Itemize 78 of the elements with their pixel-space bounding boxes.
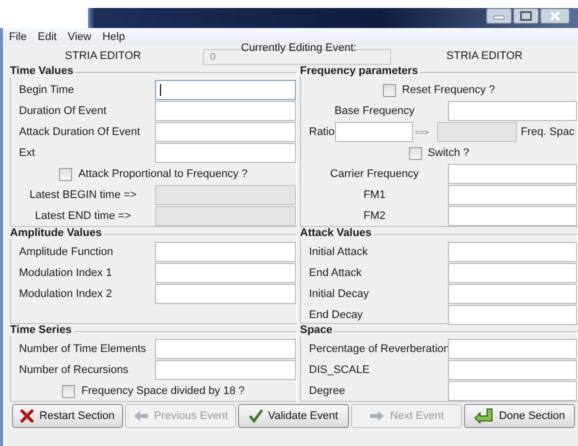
field-label: Ext bbox=[18, 146, 36, 161]
field-label: Amplitude Function bbox=[18, 245, 114, 260]
field-label: Initial Attack bbox=[308, 245, 369, 260]
arrow-text: ==> bbox=[414, 126, 430, 138]
field-label: Latest BEGIN time => bbox=[28, 188, 138, 203]
field-label: DIS_SCALE bbox=[308, 363, 371, 378]
field-label: Base Frequency bbox=[333, 104, 416, 119]
input-field[interactable] bbox=[155, 80, 296, 100]
editor-title: STRIA EDITOR bbox=[64, 50, 142, 64]
checkbox[interactable] bbox=[383, 84, 396, 96]
section-title: Time Values bbox=[10, 65, 76, 77]
field-label: Modulation Index 1 bbox=[18, 266, 113, 281]
field-label: Number of Recursions bbox=[18, 363, 130, 378]
input-field[interactable] bbox=[155, 339, 296, 359]
field-label: Initial Decay bbox=[308, 287, 370, 302]
input-field[interactable] bbox=[155, 122, 296, 142]
input-field[interactable] bbox=[334, 122, 413, 142]
checkbox[interactable] bbox=[59, 168, 72, 180]
close-icon[interactable] bbox=[540, 8, 570, 24]
field-label: Freq. Spac bbox=[520, 125, 574, 140]
field-label: Percentage of Reverberation bbox=[308, 342, 448, 357]
section-title: Attack Values bbox=[300, 227, 374, 239]
action-button[interactable]: Restart Section bbox=[12, 404, 123, 428]
field-label: Attack Duration Of Event bbox=[18, 125, 142, 140]
field-label: Modulation Index 2 bbox=[18, 287, 113, 302]
action-button[interactable]: Validate Event bbox=[238, 404, 349, 428]
section-title: Time Series bbox=[10, 324, 74, 336]
checkbox-label: Frequency Space divided by 18 ? bbox=[81, 385, 245, 397]
menu-item[interactable]: View bbox=[68, 30, 92, 42]
editor-title: STRIA EDITOR bbox=[445, 50, 524, 64]
field-label: Carrier Frequency bbox=[329, 167, 420, 182]
action-button[interactable]: Done Section bbox=[464, 404, 575, 428]
menu-item[interactable]: Help bbox=[102, 30, 125, 42]
field-label: Latest END time => bbox=[34, 209, 132, 224]
input-field[interactable] bbox=[155, 263, 296, 283]
text-cursor bbox=[160, 84, 161, 96]
left-arrow-icon bbox=[133, 410, 149, 422]
checkbox[interactable] bbox=[408, 146, 422, 160]
input-field[interactable] bbox=[448, 164, 577, 184]
section-title: Amplitude Values bbox=[10, 227, 104, 239]
input-field[interactable] bbox=[448, 284, 577, 304]
menu-item[interactable]: File bbox=[9, 30, 27, 42]
section-title: Space bbox=[300, 324, 334, 336]
input-field[interactable] bbox=[155, 101, 296, 121]
field-label: Duration Of Event bbox=[18, 104, 108, 119]
input-field[interactable] bbox=[448, 305, 577, 325]
field-label: FM2 bbox=[362, 209, 386, 224]
return-arrow-icon bbox=[474, 408, 494, 424]
checkbox[interactable] bbox=[62, 384, 76, 398]
input-field[interactable] bbox=[448, 360, 577, 380]
right-arrow-icon bbox=[369, 410, 386, 422]
field-label: Number of Time Elements bbox=[18, 342, 148, 357]
input-field[interactable] bbox=[155, 242, 296, 262]
input-field[interactable] bbox=[448, 101, 577, 121]
field-label: Begin Time bbox=[18, 83, 76, 98]
input-field[interactable] bbox=[448, 206, 577, 226]
field-label: Degree bbox=[308, 384, 346, 399]
checkbox-label: Switch ? bbox=[428, 147, 470, 159]
input-field[interactable] bbox=[448, 381, 577, 401]
checkbox-label: Reset Frequency ? bbox=[402, 84, 495, 96]
field-label: End Attack bbox=[308, 266, 363, 281]
input-field[interactable] bbox=[448, 242, 577, 262]
checkmark-icon bbox=[248, 409, 263, 423]
input-field[interactable] bbox=[448, 339, 577, 359]
input-field[interactable] bbox=[155, 360, 296, 380]
field-label: End Decay bbox=[308, 308, 364, 323]
field-label: FM1 bbox=[362, 188, 386, 203]
input-field[interactable] bbox=[155, 284, 296, 304]
menu-item[interactable]: Edit bbox=[38, 30, 57, 42]
minimize-icon[interactable] bbox=[486, 8, 512, 24]
section-title: Frequency parameters bbox=[300, 65, 420, 77]
input-field[interactable] bbox=[448, 263, 577, 283]
input-field[interactable] bbox=[155, 143, 296, 163]
cross-icon bbox=[20, 409, 34, 423]
checkbox-label: Attack Proportional to Frequency ? bbox=[78, 168, 248, 180]
maximize-icon[interactable] bbox=[513, 8, 539, 24]
input-field[interactable] bbox=[448, 185, 577, 205]
field-label: Ratio bbox=[308, 125, 335, 140]
